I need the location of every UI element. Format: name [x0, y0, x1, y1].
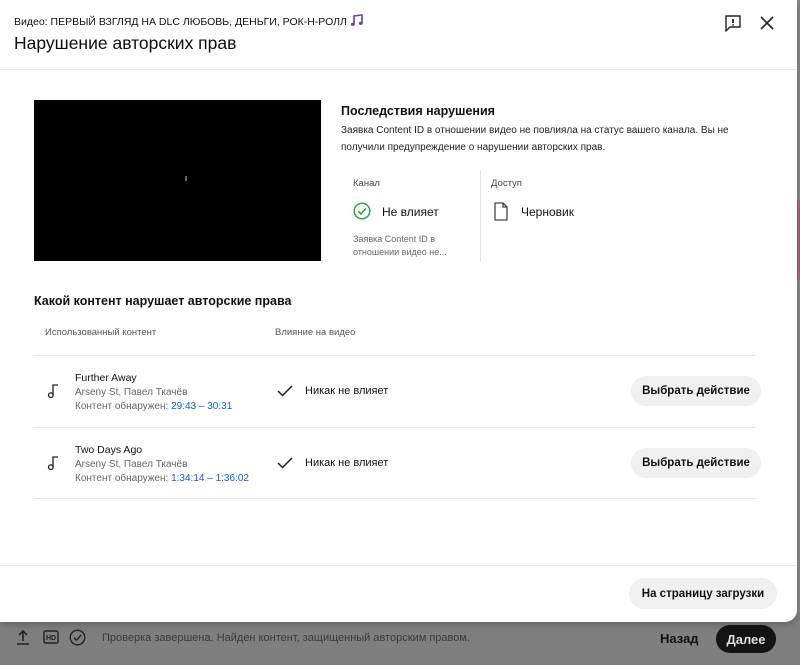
detected-range: Контент обнаружен: 29:43 – 30:31 [75, 401, 232, 412]
close-icon[interactable] [758, 14, 776, 32]
hd-icon[interactable]: HD [43, 630, 59, 644]
copyright-dialog: Видео: ПЕРВЫЙ ВЗГЛЯД НА DLC ЛЮБОВЬ, ДЕНЬ… [0, 0, 797, 622]
dialog-title: Нарушение авторских прав [14, 33, 237, 53]
track-title: Further Away [75, 372, 137, 384]
access-value: Черновик [521, 205, 574, 219]
access-label: Доступ [491, 178, 522, 189]
check-circle-icon [353, 202, 371, 220]
consequences-title: Последствия нарушения [341, 104, 495, 118]
music-note-icon [350, 14, 363, 26]
background-status-text: Проверка завершена. Найден контент, защи… [102, 632, 470, 644]
column-header-used-content: Использованный контент [45, 327, 157, 338]
impact-status: Никак не влияет [305, 457, 389, 469]
column-header-impact: Влияние на видео [275, 327, 356, 338]
music-note-icon [47, 384, 58, 399]
check-icon [277, 385, 293, 397]
channel-description: Заявка Content ID в отношении видео не..… [353, 234, 447, 257]
check-icon [277, 457, 293, 469]
footer-divider [0, 565, 797, 566]
detected-label: Контент обнаружен: [75, 473, 172, 484]
track-title: Two Days Ago [75, 444, 143, 456]
consequences-text: Заявка Content ID в отношении видео не п… [341, 125, 729, 153]
header-divider [0, 69, 797, 70]
detected-range-link[interactable]: 29:43 – 30:31 [171, 401, 232, 412]
video-preview[interactable] [34, 100, 321, 261]
channel-card: Канал Не влияет Заявка Content ID в отно… [342, 170, 481, 262]
table-row: Two Days Ago Arseny St, Павел Ткачёв Кон… [34, 428, 761, 499]
choose-action-button[interactable]: Выбрать действие [631, 448, 761, 478]
table-divider [34, 498, 756, 499]
impact-status: Никак не влияет [305, 385, 389, 397]
access-card: Доступ Черновик [481, 170, 681, 262]
channel-value: Не влияет [382, 205, 439, 219]
video-frame-dot [185, 176, 187, 181]
back-button[interactable]: Назад [660, 631, 699, 646]
detected-range: Контент обнаружен: 1:34:14 – 1:36:02 [75, 473, 249, 484]
track-artists: Arseny St, Павел Ткачёв [75, 387, 188, 398]
music-note-icon [47, 456, 58, 471]
content-section-title: Какой контент нарушает авторские права [34, 294, 292, 308]
track-artists: Arseny St, Павел Ткачёв [75, 459, 188, 470]
choose-action-button[interactable]: Выбрать действие [631, 376, 761, 406]
video-prefix: Видео: [14, 16, 51, 28]
video-subtitle: Видео: ПЕРВЫЙ ВЗГЛЯД НА DLC ЛЮБОВЬ, ДЕНЬ… [14, 14, 363, 28]
detected-range-link[interactable]: 1:34:14 – 1:36:02 [171, 473, 249, 484]
document-icon [494, 202, 508, 221]
table-row: Further Away Arseny St, Павел Ткачёв Кон… [34, 356, 761, 427]
detected-label: Контент обнаружен: [75, 401, 172, 412]
svg-text:HD: HD [46, 635, 56, 642]
next-button[interactable]: Далее [716, 625, 776, 653]
go-to-upload-page-button[interactable]: На страницу загрузки [629, 578, 777, 609]
channel-label: Канал [353, 178, 380, 189]
video-name: ПЕРВЫЙ ВЗГЛЯД НА DLC ЛЮБОВЬ, ДЕНЬГИ, РОК… [50, 16, 347, 28]
report-flag-icon[interactable] [724, 14, 742, 32]
upload-icon[interactable] [16, 630, 30, 646]
check-circle-icon[interactable] [69, 629, 86, 646]
